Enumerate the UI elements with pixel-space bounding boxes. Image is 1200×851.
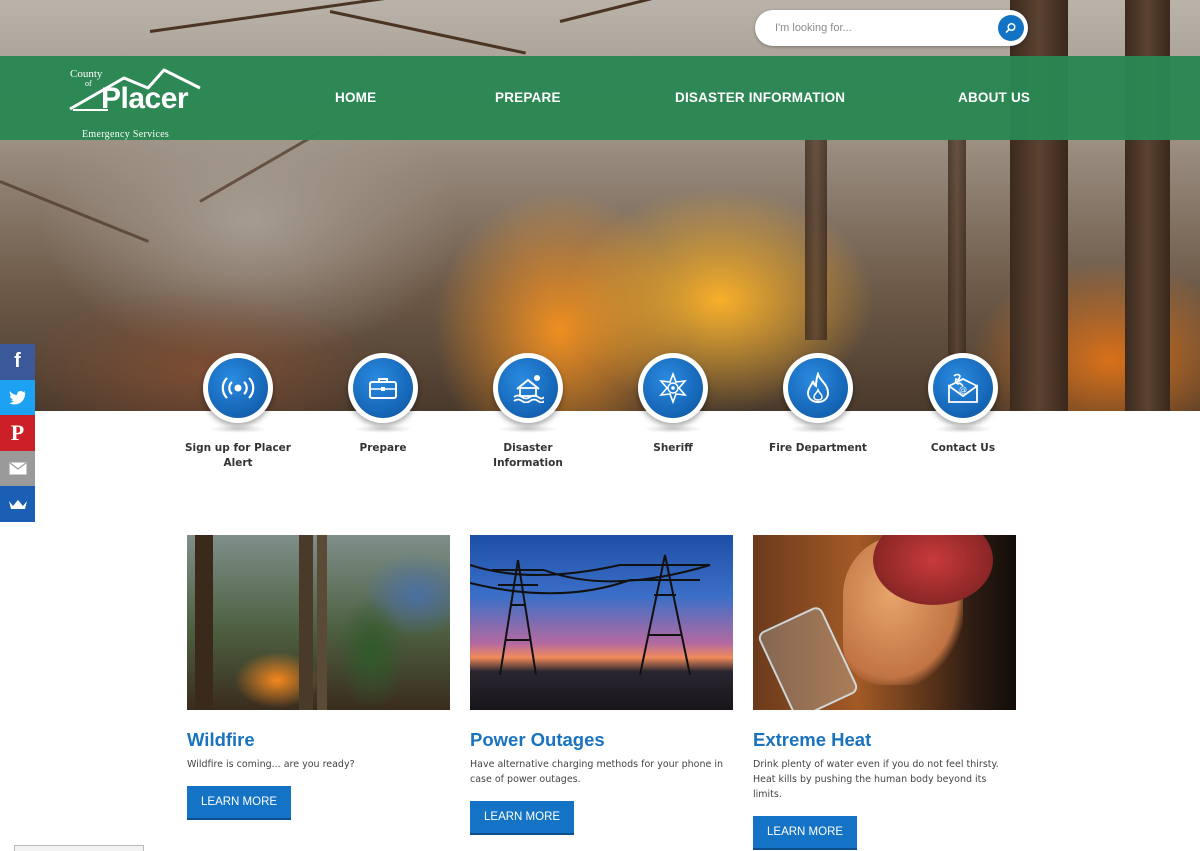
wildfire-photo (187, 535, 450, 710)
search-input[interactable] (755, 10, 998, 46)
power-lines-photo (470, 535, 733, 710)
icon-shadow (208, 425, 268, 433)
facebook-icon: f (14, 350, 21, 373)
card-title: Extreme Heat (753, 729, 872, 750)
facebook-share-button[interactable]: f (0, 344, 35, 380)
broadcast-icon (221, 377, 255, 399)
nav-disaster-information[interactable]: DISASTER INFORMATION (675, 90, 845, 105)
sumome-share-button[interactable] (0, 486, 35, 522)
search-icon (1005, 22, 1016, 33)
flame-icon (806, 372, 830, 404)
quick-link-circle-inner (643, 358, 703, 418)
logo-subtitle: Emergency Services (82, 129, 170, 140)
quick-link-sheriff[interactable]: Sheriff (618, 353, 728, 456)
card-wildfire: Wildfire Wildfire is coming... are you r… (187, 535, 450, 818)
quick-link-circle (638, 353, 708, 423)
pinterest-icon: P (10, 419, 25, 445)
card-description: Drink plenty of water even if you do not… (753, 759, 999, 800)
card-description: Wildfire is coming... are you ready? (187, 759, 355, 770)
quick-link-circle (783, 353, 853, 423)
contact-envelope-icon: @ (948, 373, 978, 403)
quick-link-fire-department[interactable]: Fire Department (763, 353, 873, 456)
learn-more-button[interactable]: LEARN MORE (753, 816, 858, 848)
quick-link-circle-inner (788, 358, 848, 418)
bottom-widget-tab[interactable] (14, 845, 144, 851)
twitter-share-button[interactable] (0, 379, 35, 415)
logo-placer-text: Placer (101, 82, 189, 115)
search-button[interactable] (998, 15, 1024, 41)
quick-link-label: Fire Department (769, 442, 867, 454)
crown-share-icon (8, 499, 27, 509)
placer-county-logo[interactable]: County of Placer Emergency Services (68, 66, 203, 140)
logo-county-text: County (70, 68, 103, 80)
quick-link-label: Sheriff (653, 442, 693, 454)
quick-link-label: Sign up for Placer Alert (185, 442, 291, 469)
card-title: Wildfire (187, 729, 255, 750)
nav-home[interactable]: HOME (335, 90, 376, 105)
briefcase-icon (369, 378, 397, 399)
card-extreme-heat: Extreme Heat Drink plenty of water even … (753, 535, 1016, 848)
quick-link-circle (493, 353, 563, 423)
quick-link-circle (203, 353, 273, 423)
quick-link-circle-inner (498, 358, 558, 418)
flooded-house-icon (513, 375, 544, 403)
svg-text:@: @ (959, 385, 967, 394)
quick-link-circle (348, 353, 418, 423)
quick-link-disaster-information[interactable]: Disaster Information (473, 353, 583, 471)
email-share-button[interactable] (0, 450, 35, 486)
nav-about-us[interactable]: ABOUT US (958, 90, 1030, 105)
quick-link-circle-inner: @ (933, 358, 993, 418)
card-power-outages: Power Outages Have alternative charging … (470, 535, 733, 833)
sheriff-badge-icon (659, 372, 687, 404)
quick-link-label: Prepare (359, 442, 407, 454)
email-icon (9, 462, 26, 475)
learn-more-button[interactable]: LEARN MORE (470, 801, 575, 833)
learn-more-button[interactable]: LEARN MORE (187, 786, 292, 818)
quick-link-circle-inner (353, 358, 413, 418)
icon-shadow (498, 425, 558, 433)
card-title: Power Outages (470, 729, 605, 750)
quick-link-circle: @ (928, 353, 998, 423)
social-share-bar: f P (0, 344, 35, 522)
quick-link-placer-alert[interactable]: Sign up for Placer Alert (183, 353, 293, 471)
child-drinking-water-photo (753, 535, 1016, 710)
power-tower-graphic (470, 554, 711, 676)
icon-shadow (933, 425, 993, 433)
pinterest-share-button[interactable]: P (0, 415, 35, 451)
icon-shadow (353, 425, 413, 433)
main-navbar: County of Placer Emergency Services HOME… (0, 56, 1200, 140)
quick-link-prepare[interactable]: Prepare (328, 353, 438, 456)
card-description: Have alternative charging methods for yo… (470, 759, 723, 785)
quick-link-circle-inner (208, 358, 268, 418)
quick-link-contact-us[interactable]: @ Contact Us (908, 353, 1018, 456)
logo-of-text: of (85, 79, 92, 88)
quick-link-label: Contact Us (930, 442, 996, 454)
icon-shadow (788, 425, 848, 433)
nav-prepare[interactable]: PREPARE (495, 90, 561, 105)
icon-shadow (643, 425, 703, 433)
twitter-icon (8, 390, 26, 405)
quick-link-label: Disaster Information (493, 442, 563, 469)
search-bar (755, 10, 1028, 46)
